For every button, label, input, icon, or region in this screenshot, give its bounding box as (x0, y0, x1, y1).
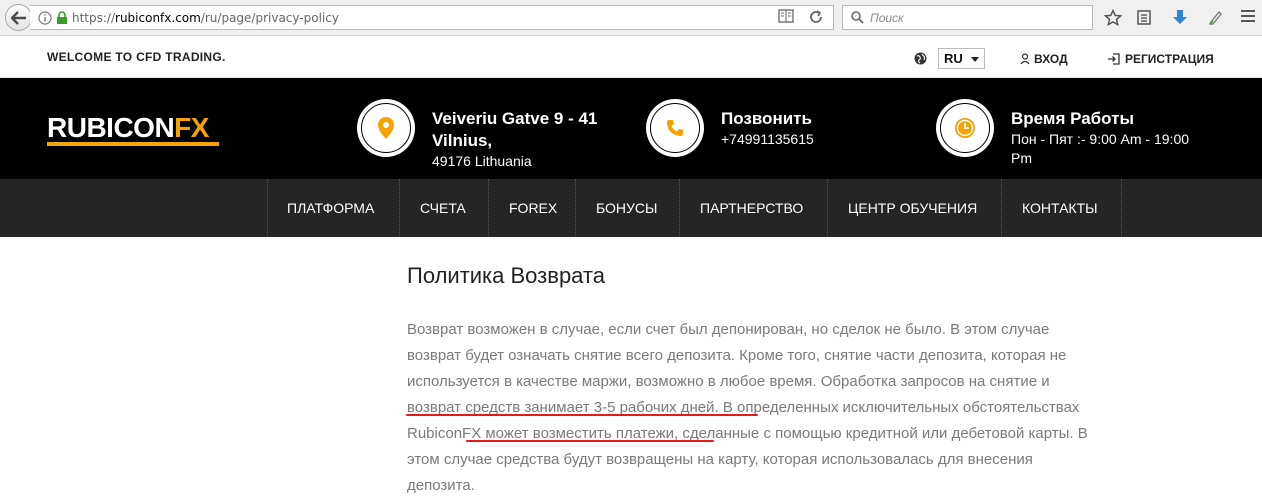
login-label: ВХОД (1034, 52, 1068, 66)
paragraph-line: депозита. (407, 477, 475, 494)
search-input[interactable]: Поиск (842, 5, 1093, 30)
browser-toolbar: https://rubiconfx.com/ru/page/privacy-po… (0, 0, 1262, 36)
location-pin-icon (357, 99, 415, 157)
user-icon (1020, 53, 1030, 65)
policy-paragraph: Возврат возможен в случае, если счет был… (407, 317, 1167, 499)
bookmark-star-icon[interactable] (1103, 8, 1123, 32)
download-icon[interactable] (1172, 9, 1188, 32)
nav-separator (575, 179, 576, 237)
globe-icon (914, 52, 927, 70)
nav-separator (488, 179, 489, 237)
main-nav: ПЛАТФОРМА СЧЕТА FOREX БОНУСЫ ПАРТНЕРСТВО… (0, 179, 1262, 237)
paragraph-line: возврат средств занимает 3-5 рабочих дне… (407, 399, 1080, 416)
paragraph-line: используется в качестве маржи, возможно … (407, 373, 1050, 390)
nav-separator (1121, 179, 1122, 237)
logo-underline (47, 142, 219, 146)
back-arrow-icon (10, 10, 26, 25)
phone-title: Позвонить (721, 109, 812, 128)
info-icon[interactable] (38, 10, 52, 25)
nav-item-contacts[interactable]: КОНТАКТЫ (1022, 179, 1098, 237)
paragraph-line: возврат будет означать снятие всего депо… (407, 347, 1067, 364)
site-header: RUBICONFX Veiveriu Gatve 9 - 41 Vilnius,… (0, 78, 1262, 179)
hours-title: Время Работы (1011, 109, 1134, 128)
menu-icon[interactable] (1240, 9, 1256, 28)
nav-separator (399, 179, 400, 237)
nav-item-education[interactable]: ЦЕНТР ОБУЧЕНИЯ (848, 179, 977, 237)
paragraph-line: RubiconFX может возместить платежи, сдел… (407, 425, 1088, 442)
red-underline-annotation (466, 440, 714, 442)
hours-line-2: Pm (1011, 150, 1032, 166)
nav-item-bonuses[interactable]: БОНУСЫ (596, 179, 657, 237)
bookmarks-list-icon[interactable] (1136, 9, 1152, 30)
nav-separator (679, 179, 680, 237)
logo[interactable]: RUBICONFX (47, 112, 209, 144)
address-line-3: 49176 Lithuania (432, 153, 532, 169)
sign-in-icon (1108, 53, 1120, 65)
register-label: РЕГИСТРАЦИЯ (1125, 52, 1214, 66)
nav-separator (267, 179, 268, 237)
nav-item-forex[interactable]: FOREX (509, 179, 557, 237)
top-bar: WELCOME TO CFD TRADING. RU ВХОД РЕГИСТРА… (0, 37, 1262, 78)
hours-line-1: Пон - Пят :- 9:00 Am - 19:00 (1011, 131, 1190, 147)
register-link[interactable]: РЕГИСТРАЦИЯ (1107, 52, 1214, 66)
language-value: RU (944, 51, 963, 66)
paragraph-line: этом случае средства будут возвращены на… (407, 451, 1033, 468)
reader-view-icon[interactable] (778, 9, 794, 28)
back-button[interactable] (5, 4, 32, 31)
address-bar[interactable]: https://rubiconfx.com/ru/page/privacy-po… (30, 5, 834, 30)
welcome-text: WELCOME TO CFD TRADING. (47, 50, 226, 64)
url-host: rubiconfx.com (115, 10, 201, 25)
chevron-down-icon (971, 57, 979, 62)
language-select[interactable]: RU (938, 48, 985, 69)
page-title: Политика Возврата (407, 263, 605, 288)
lock-icon (56, 10, 68, 25)
nav-item-accounts[interactable]: СЧЕТА (420, 179, 466, 237)
nav-separator (1001, 179, 1002, 237)
paragraph-line: Возврат возможен в случае, если счет был… (407, 321, 1050, 338)
nav-separator (827, 179, 828, 237)
address-line-2: Vilnius, (432, 131, 493, 150)
url-scheme: https:// (72, 10, 116, 25)
page-content: Политика Возврата Возврат возможен в слу… (0, 237, 1262, 494)
url-path: /ru/page/privacy-policy (200, 10, 339, 25)
red-underline-annotation (406, 414, 758, 416)
login-link[interactable]: ВХОД (1020, 52, 1068, 66)
phone-icon (646, 99, 704, 157)
search-placeholder: Поиск (870, 10, 904, 25)
nav-item-partnership[interactable]: ПАРТНЕРСТВО (700, 179, 803, 237)
clock-icon (936, 99, 994, 157)
phone-number[interactable]: +74991135615 (721, 131, 814, 147)
reload-icon[interactable] (808, 9, 824, 30)
address-line-1: Veiveriu Gatve 9 - 41 (432, 109, 598, 128)
search-icon (851, 11, 864, 24)
nav-item-platform[interactable]: ПЛАТФОРМА (287, 179, 374, 237)
pen-icon[interactable] (1208, 9, 1224, 30)
